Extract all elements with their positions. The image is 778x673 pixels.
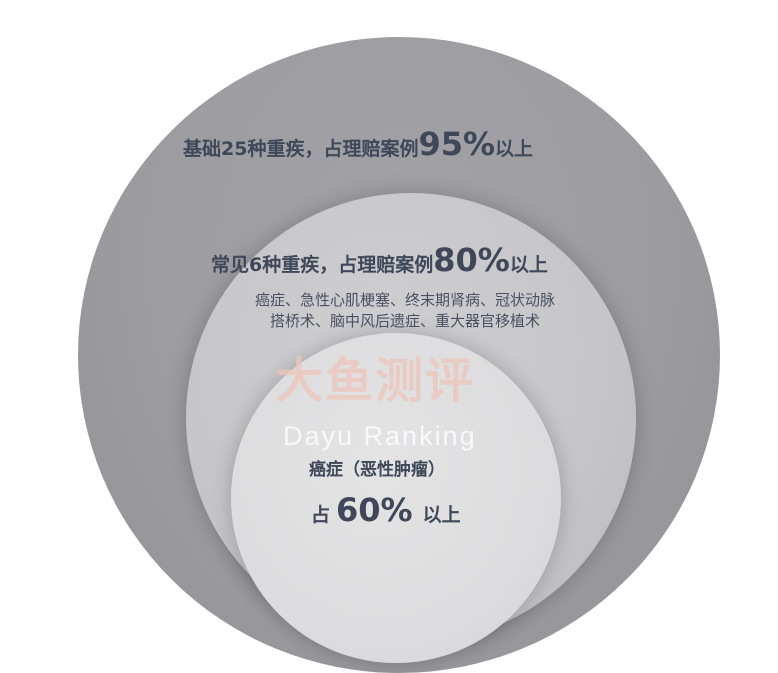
- middle-label-prefix: 常见6种重疾，占理赔案例: [211, 254, 434, 276]
- inner-label-suffix: 以上: [422, 504, 461, 526]
- outer-circle-label: 基础25种重疾，占理赔案例95%以上: [183, 128, 533, 160]
- outer-label-prefix: 基础25种重疾，占理赔案例: [183, 138, 419, 160]
- middle-diseases-line-2: 搭桥术、脑中风后遗症、重大器官移植术: [269, 312, 540, 330]
- inner-label-prefix: 占: [311, 504, 331, 526]
- watermark-chinese: 大鱼测评: [275, 353, 476, 409]
- middle-label-percent: 80%: [433, 241, 510, 279]
- outer-label-suffix: 以上: [495, 138, 534, 160]
- middle-diseases-line-1: 癌症、急性心肌梗塞、终末期肾病、冠状动脉: [254, 291, 555, 309]
- middle-label-suffix: 以上: [509, 254, 548, 276]
- inner-label-percent: 60%: [336, 491, 413, 529]
- inner-circle-title: 癌症（恶性肿瘤）: [309, 460, 445, 480]
- watermark-english: Dayu Ranking: [283, 421, 477, 451]
- inner-circle-label: 占 60% 以上: [311, 494, 461, 526]
- middle-circle-label: 常见6种重疾，占理赔案例80%以上: [211, 244, 548, 276]
- outer-label-percent: 95%: [418, 125, 496, 163]
